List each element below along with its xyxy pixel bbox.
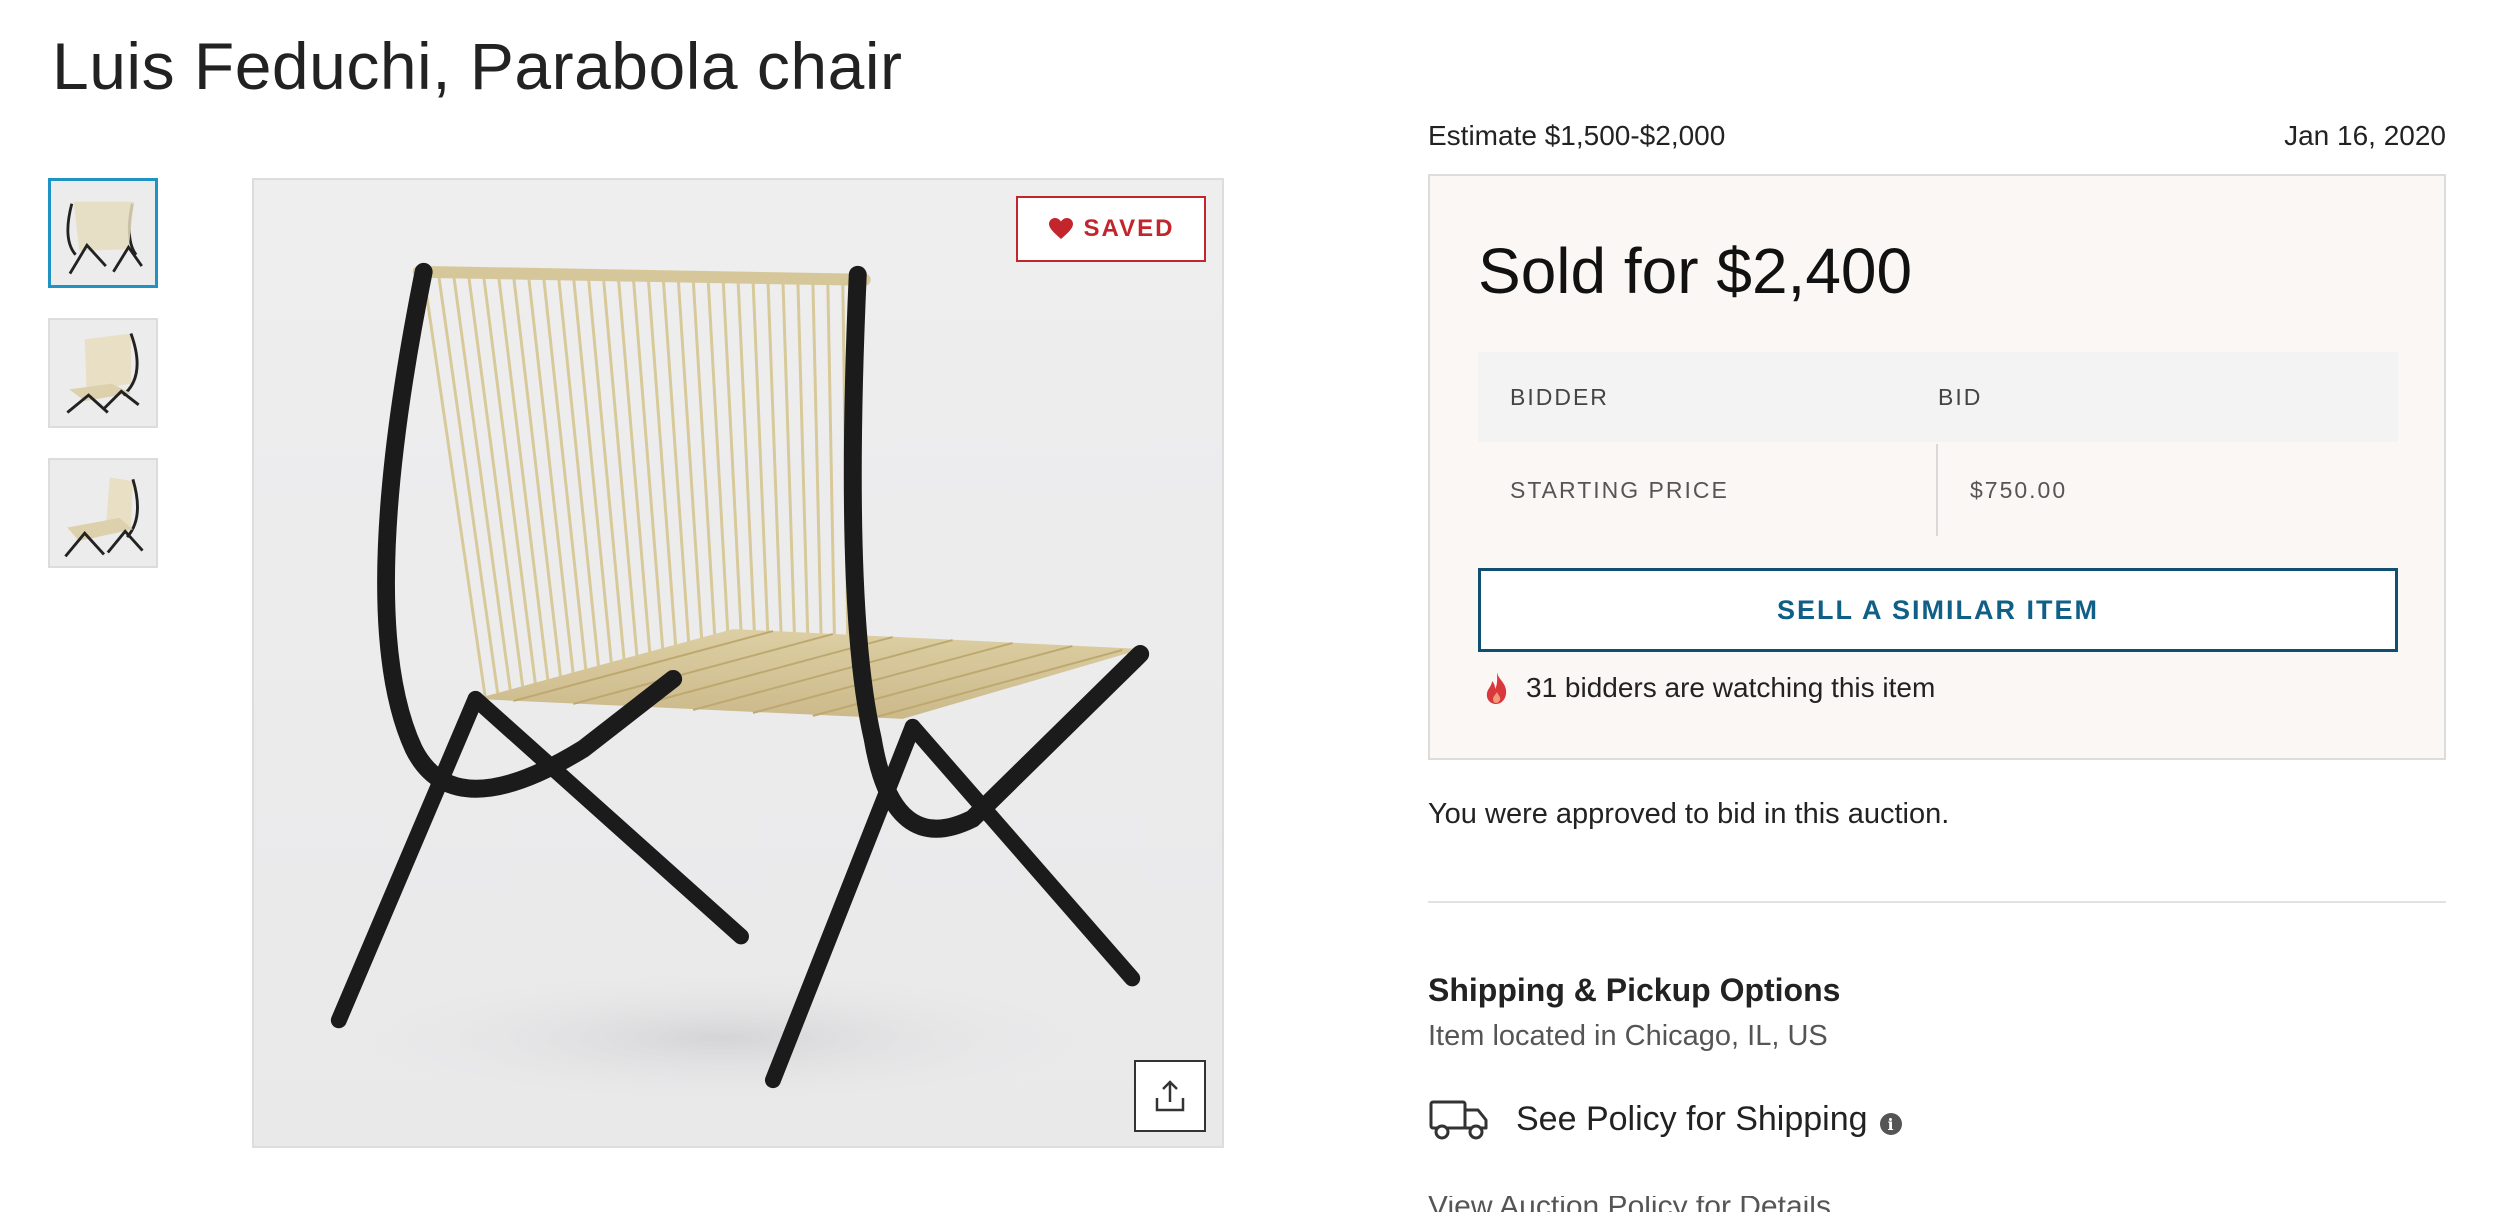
- shipping-policy-label: See Policy for Shipping: [1516, 1099, 1868, 1138]
- auction-date: Jan 16, 2020: [2284, 120, 2446, 151]
- sold-price: Sold for $2,400: [1478, 235, 1913, 307]
- table-row: STARTING PRICE $750.00: [1478, 442, 2398, 538]
- thumbnail-1[interactable]: [48, 178, 158, 288]
- column-header-bid: BID: [1938, 383, 1983, 410]
- saved-button[interactable]: SAVED: [1016, 196, 1206, 262]
- truck-icon: [1429, 1100, 1488, 1140]
- thumbnail-3[interactable]: [48, 458, 158, 568]
- table-header: BIDDER BID: [1478, 352, 2398, 442]
- partial-next-line: View Auction Policy for Details: [1428, 1196, 1888, 1212]
- shipping-policy-link[interactable]: See Policy for Shipping i: [1428, 1096, 1902, 1142]
- share-button[interactable]: [1134, 1060, 1206, 1132]
- thumbnail-2[interactable]: [48, 318, 158, 428]
- info-icon[interactable]: i: [1879, 1113, 1902, 1135]
- chair-thumbnail-image: [50, 320, 156, 426]
- main-product-image[interactable]: SAVED: [252, 178, 1224, 1148]
- chair-thumbnail-image: [50, 460, 156, 566]
- cell-bid: $750.00: [1970, 476, 2068, 503]
- saved-label: SAVED: [1083, 215, 1175, 242]
- shipping-heading: Shipping & Pickup Options: [1428, 972, 1841, 1008]
- chair-thumbnail-image: [51, 181, 155, 285]
- share-icon: [1155, 1080, 1185, 1112]
- flame-icon: [1486, 672, 1507, 704]
- item-location: Item located in Chicago, IL, US: [1428, 1020, 1828, 1052]
- watchers-text: 31 bidders are watching this item: [1526, 672, 1936, 703]
- sold-summary-card: Sold for $2,400 BIDDER BID STARTING PRIC…: [1428, 174, 2446, 760]
- sell-similar-item-button[interactable]: SELL A SIMILAR ITEM: [1478, 568, 2398, 652]
- section-divider: [1428, 901, 2446, 903]
- approval-status: You were approved to bid in this auction…: [1428, 798, 1950, 830]
- column-header-bidder: BIDDER: [1510, 383, 1609, 410]
- watchers-notice: 31 bidders are watching this item: [1482, 670, 1935, 706]
- cell-bidder: STARTING PRICE: [1478, 444, 1938, 536]
- page-title: Luis Feduchi, Parabola chair: [52, 29, 903, 103]
- chair-image: [330, 262, 1150, 1109]
- bid-history-table: BIDDER BID STARTING PRICE $750.00: [1478, 352, 2398, 538]
- lot-detail-page: Luis Feduchi, Parabola chair SAVED Estim…: [0, 0, 2510, 1212]
- estimate-range: Estimate $1,500-$2,000: [1428, 120, 1726, 151]
- heart-icon: [1048, 218, 1073, 239]
